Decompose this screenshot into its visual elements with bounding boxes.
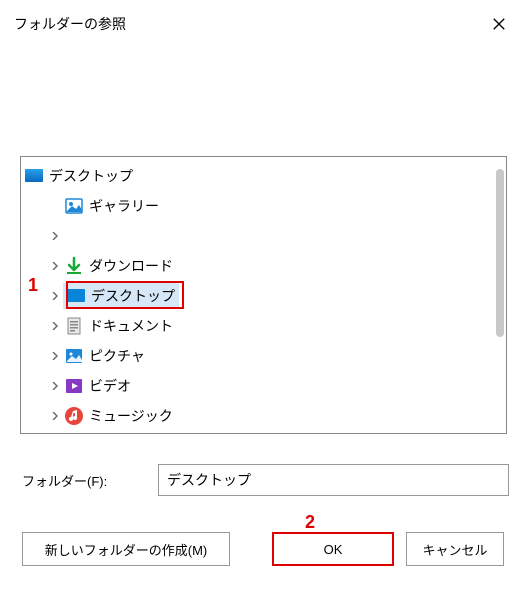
tree-item-videos[interactable]: ビデオ	[21, 371, 506, 401]
cancel-button[interactable]: キャンセル	[406, 532, 504, 566]
tree-label: デスクトップ	[49, 166, 133, 186]
download-icon	[63, 255, 85, 277]
folder-input[interactable]	[158, 464, 509, 496]
chevron-right-icon[interactable]	[47, 292, 63, 300]
close-icon	[492, 17, 506, 31]
ok-button[interactable]: OK	[272, 532, 394, 566]
annotation-number-2: 2	[305, 512, 315, 533]
tree-label: ギャラリー	[89, 196, 159, 216]
tree-item-music[interactable]: ミュージック	[21, 401, 506, 431]
video-icon	[63, 375, 85, 397]
desktop-icon	[65, 285, 87, 307]
button-row: 新しいフォルダーの作成(M) OK キャンセル	[22, 532, 509, 566]
chevron-right-icon[interactable]	[47, 262, 63, 270]
tree-root-desktop[interactable]: デスクトップ	[21, 161, 506, 191]
titlebar: フォルダーの参照	[0, 0, 527, 46]
tree-label: デスクトップ	[91, 286, 175, 306]
folder-field-row: フォルダー(F):	[22, 464, 509, 496]
desktop-icon	[23, 165, 45, 187]
tree-item-documents[interactable]: ドキュメント	[21, 311, 506, 341]
gallery-icon	[63, 195, 85, 217]
tree-item-downloads[interactable]: ダウンロード	[21, 251, 506, 281]
tree-label: ピクチャ	[89, 346, 145, 366]
pictures-icon	[63, 345, 85, 367]
tree-scrollbar[interactable]	[496, 169, 504, 337]
close-button[interactable]	[485, 10, 513, 38]
chevron-right-icon[interactable]	[47, 352, 63, 360]
annotation-number-1: 1	[28, 275, 38, 296]
folder-label: フォルダー(F):	[22, 471, 158, 490]
tree-label: ビデオ	[89, 376, 131, 396]
chevron-right-icon[interactable]	[47, 382, 63, 390]
tree-label: ドキュメント	[89, 316, 173, 336]
chevron-right-icon[interactable]	[47, 232, 63, 240]
tree-item-blank[interactable]	[21, 221, 506, 251]
tree-label: ダウンロード	[89, 256, 173, 276]
tree-item-gallery[interactable]: ギャラリー	[21, 191, 506, 221]
tree-item-desktop[interactable]: デスクトップ	[21, 281, 506, 311]
tree-item-pictures[interactable]: ピクチャ	[21, 341, 506, 371]
document-icon	[63, 315, 85, 337]
music-icon	[63, 405, 85, 427]
chevron-right-icon[interactable]	[47, 412, 63, 420]
blank-icon	[63, 225, 85, 247]
folder-tree[interactable]: デスクトップ ギャラリー ダウンロード	[21, 157, 506, 434]
window-title: フォルダーの参照	[14, 14, 126, 34]
tree-label: ミュージック	[89, 406, 173, 426]
new-folder-button[interactable]: 新しいフォルダーの作成(M)	[22, 532, 230, 566]
folder-tree-container: デスクトップ ギャラリー ダウンロード	[20, 156, 507, 434]
chevron-right-icon[interactable]	[47, 322, 63, 330]
